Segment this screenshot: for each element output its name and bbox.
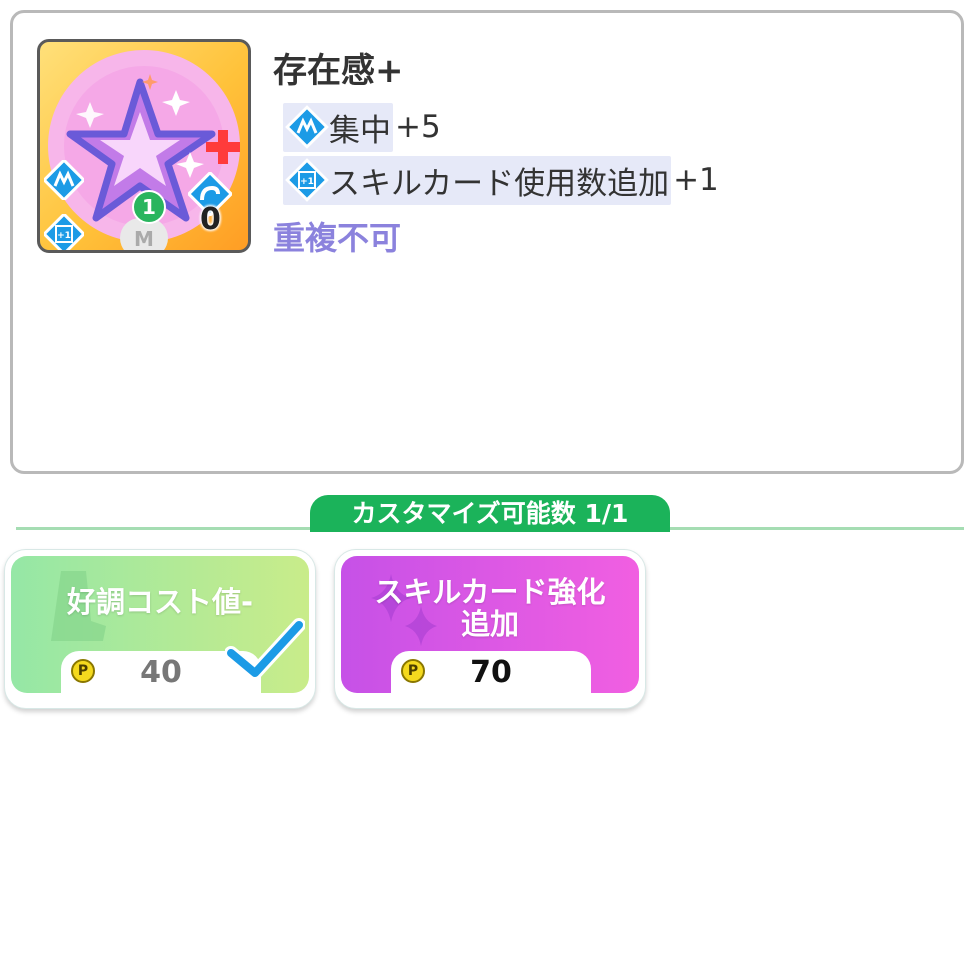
svg-text:+1: +1 <box>57 231 71 241</box>
card-plus-icon: +1 <box>44 214 84 250</box>
concentration-icon <box>285 105 329 149</box>
effect-label: スキルカード使用数追加 <box>283 155 672 205</box>
customize-count-label: カスタマイズ可能数 1/1 <box>310 495 670 532</box>
effect-row-concentration: 集中 +5 <box>283 102 441 152</box>
card-thumbnail[interactable]: M +1 1 0 <box>37 39 251 253</box>
customize-option-skill-card-enhance[interactable]: スキルカード強化 追加 P 70 <box>334 549 646 709</box>
card-plus-icon: +1 <box>285 158 329 202</box>
effect-row-card-count: +1 スキルカード使用数追加 +1 <box>283 155 719 205</box>
check-icon <box>225 618 305 680</box>
svg-text:M: M <box>134 227 154 250</box>
option-label: 好調コスト値- <box>66 585 254 619</box>
card-cost: 0 <box>200 202 221 237</box>
effect-value: +1 <box>673 162 719 198</box>
svg-text:+1: +1 <box>300 177 314 187</box>
option-price: P 70 <box>391 651 591 693</box>
concentration-icon <box>44 160 84 200</box>
card-title: 存在感+ <box>273 51 404 91</box>
effect-value: +5 <box>395 109 441 145</box>
option-price-value: 70 <box>470 655 512 690</box>
card-level-badge: 1 <box>132 190 166 224</box>
no-duplicate-note: 重複不可 <box>273 219 402 257</box>
customize-option-good-condition-cost[interactable]: 好調コスト値- P 40 <box>4 549 316 709</box>
option-label: スキルカード強化 追加 <box>374 575 606 641</box>
card-detail-panel: M +1 1 0 存在感+ 集中 +5 +1 スキルカード使用数追加 +1 重複… <box>10 10 964 474</box>
